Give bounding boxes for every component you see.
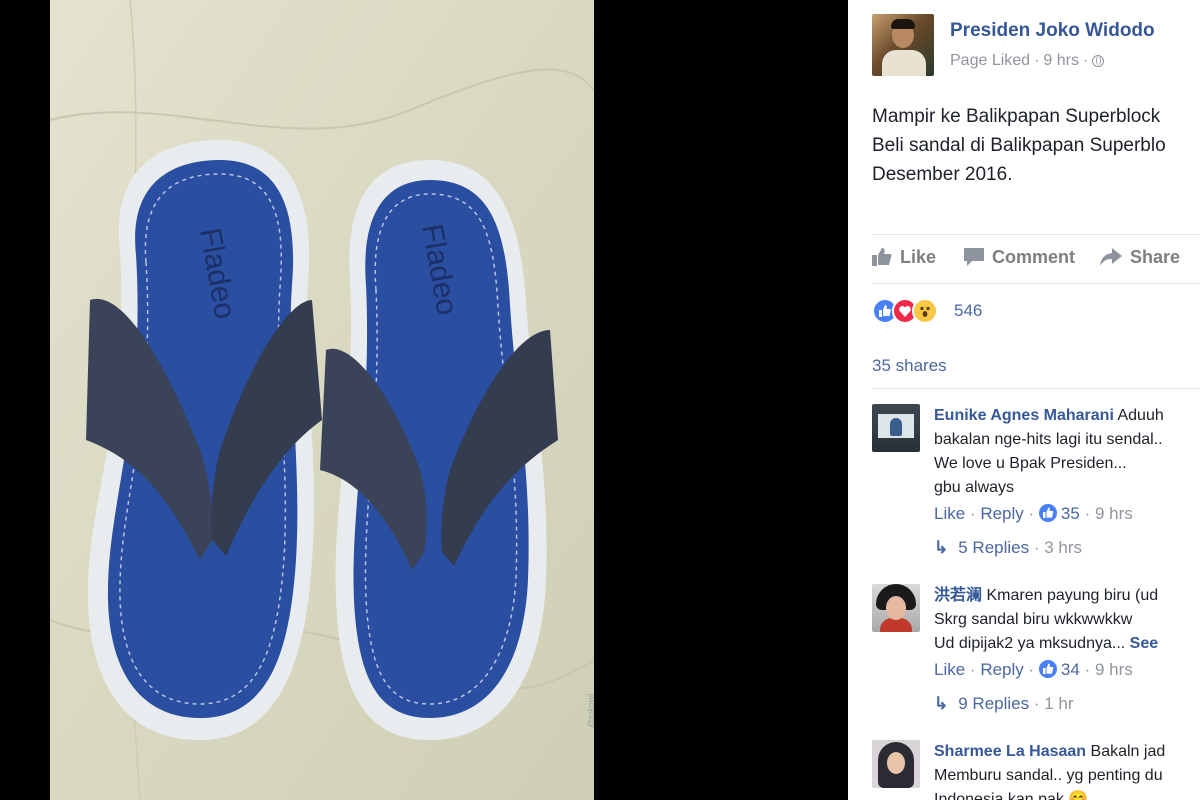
page-avatar[interactable] [872, 14, 934, 76]
share-button[interactable]: Share [1100, 247, 1180, 271]
post-text-line: Desember 2016. [872, 164, 1013, 185]
replies-link[interactable]: 5 Replies [958, 538, 1029, 557]
thumbs-up-icon [1038, 660, 1057, 678]
commenter-name[interactable]: 洪若澜 [934, 587, 982, 604]
like-button[interactable]: Like [872, 247, 936, 271]
comment-time[interactable]: 9 hrs [1095, 504, 1133, 523]
comment-text: Aduuh [1117, 407, 1164, 424]
comment-text: Memburu sandal.. yg penting du [934, 767, 1163, 784]
replies-link[interactable]: 9 Replies [958, 694, 1029, 713]
post-time[interactable]: 9 hrs [1043, 52, 1079, 69]
post-text: Mampir ke Balikpapan Superblock Beli san… [872, 102, 1200, 189]
photo-watermark: @jokowi [586, 693, 594, 728]
post-panel: Presiden Joko Widodo Page Liked · 9 hrs · M… [848, 0, 1200, 800]
post-meta: Page Liked · 9 hrs · [950, 52, 1105, 70]
replies-time: 3 hrs [1044, 538, 1083, 557]
comment-icon [964, 248, 984, 271]
comment-like-count[interactable]: 34 [1061, 660, 1080, 679]
reply-arrow-icon: ↳ [934, 538, 949, 557]
reactions-count[interactable]: 546 [954, 301, 982, 321]
commenter-name[interactable]: Eunike Agnes Maharani [934, 407, 1114, 424]
post-actions: Like Comment Share [872, 234, 1200, 284]
comment-reply-link[interactable]: Reply [980, 504, 1023, 523]
comment-time[interactable]: 9 hrs [1095, 660, 1133, 679]
comment-button[interactable]: Comment [964, 247, 1075, 271]
comment-text: Bakaln jad [1090, 743, 1166, 760]
globe-icon [1092, 55, 1105, 67]
commenter-name[interactable]: Sharmee La Hasaan [934, 743, 1086, 760]
replies-time: 1 hr [1044, 694, 1074, 713]
see-more-link[interactable]: See [1130, 635, 1158, 652]
sandals-photo[interactable]: Fladeo Fladeo @jokowi [50, 0, 594, 800]
comment-like-count[interactable]: 35 [1061, 504, 1080, 523]
comment-text: bakalan nge-hits lagi itu sendal.. [934, 431, 1163, 448]
comment-text: We love u Bpak Presiden... [934, 455, 1127, 472]
commenter-avatar[interactable] [872, 404, 920, 452]
comment-actions: Like · Reply · 34 · 9 hrs [934, 660, 1133, 679]
comment-text: Ud dipijak2 ya mksudnya... [934, 635, 1126, 652]
comments-divider [872, 388, 1200, 389]
wow-icon [912, 298, 938, 324]
comment-text: Indonesia kan pak 😊 [934, 791, 1089, 800]
comment-actions: Like · Reply · 35 · 9 hrs [934, 504, 1133, 523]
comment-reply-link[interactable]: Reply [980, 660, 1023, 679]
thumbs-up-icon [1038, 504, 1057, 522]
comment-body: Sharmee La Hasaan Bakaln jad Memburu san… [934, 740, 1200, 800]
comment-text: Skrg sandal biru wkkwwkkw [934, 611, 1133, 628]
share-arrow-icon [1100, 248, 1122, 271]
reply-arrow-icon: ↳ [934, 694, 949, 713]
comment-like-link[interactable]: Like [934, 504, 965, 523]
photo-viewer: Fladeo Fladeo @jokowi [0, 0, 848, 800]
commenter-avatar[interactable] [872, 584, 920, 632]
thumbs-up-icon [872, 248, 892, 271]
comment-like-link[interactable]: Like [934, 660, 965, 679]
page-liked-status[interactable]: Page Liked [950, 52, 1030, 69]
comment-body: 洪若澜 Kmaren payung biru (ud Skrg sandal b… [934, 584, 1200, 716]
left-sandal: Fladeo [86, 140, 322, 740]
page-name-link[interactable]: Presiden Joko Widodo [950, 20, 1155, 42]
view-replies[interactable]: ↳ 9 Replies · 1 hr [934, 692, 1200, 716]
view-replies[interactable]: ↳ 5 Replies · 3 hrs [934, 536, 1200, 560]
post-header: Presiden Joko Widodo Page Liked · 9 hrs · [872, 14, 1200, 78]
sandals-image: Fladeo Fladeo [50, 0, 594, 800]
comment-body: Eunike Agnes Maharani Aduuh bakalan nge-… [934, 404, 1200, 560]
post-text-line: Beli sandal di Balikpapan Superblo [872, 135, 1166, 156]
comment-text: gbu always [934, 479, 1015, 496]
shares-count[interactable]: 35 shares [872, 356, 947, 376]
comment-text: Kmaren payung biru (ud [986, 587, 1159, 604]
commenter-avatar[interactable] [872, 740, 920, 788]
post-text-line: Mampir ke Balikpapan Superblock [872, 106, 1161, 127]
